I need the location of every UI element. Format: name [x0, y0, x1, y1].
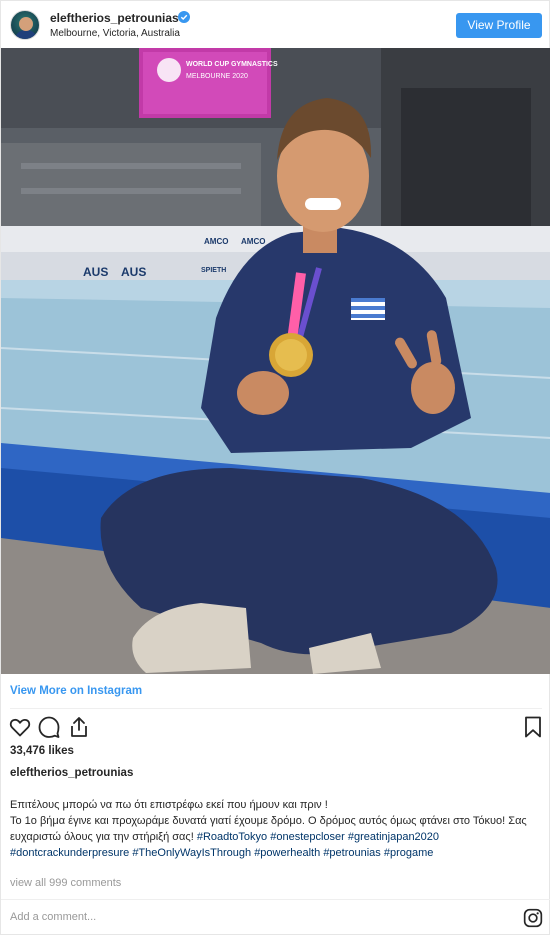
arena-screen-text: WORLD CUP GYMNASTICS — [186, 61, 278, 68]
add-comment-field[interactable]: Add a comment... — [10, 911, 96, 923]
instagram-logo-icon[interactable] — [523, 908, 543, 928]
banner-text-amco-1: AMCO — [204, 237, 228, 246]
banner-text-amco-2: AMCO — [241, 237, 265, 246]
hashtag-dontcrackunderpresure[interactable]: #dontcrackunderpresure — [10, 847, 129, 859]
hashtag-progame[interactable]: #progame — [384, 847, 434, 859]
post-photo[interactable]: WORLD CUP GYMNASTICS MELBOURNE 2020 AUS … — [1, 48, 550, 674]
verified-badge-icon — [178, 11, 190, 23]
avatar[interactable] — [10, 10, 40, 40]
arena-screen-subtext: MELBOURNE 2020 — [186, 73, 248, 80]
bookmark-icon[interactable] — [521, 715, 545, 739]
post-header: eleftherios_petrounias Melbourne, Victor… — [1, 1, 550, 48]
heart-icon[interactable] — [8, 715, 32, 739]
username[interactable]: eleftherios_petrounias — [50, 11, 179, 25]
likes-count[interactable]: 33,476 likes — [10, 745, 74, 757]
divider — [10, 708, 542, 709]
hashtag-petrounias[interactable]: #petrounias — [323, 847, 381, 859]
banner-text-spieth: SPIETH — [201, 267, 226, 274]
caption: Επιτέλους μπορώ να πω ότι επιστρέφω εκεί… — [10, 797, 546, 861]
view-more-link[interactable]: View More on Instagram — [10, 685, 142, 697]
banner-text-aus-2: AUS — [121, 265, 146, 279]
caption-author[interactable]: eleftherios_petrounias — [10, 767, 133, 779]
share-icon[interactable] — [67, 715, 91, 739]
view-all-comments-link[interactable]: view all 999 comments — [10, 877, 121, 889]
view-profile-button[interactable]: View Profile — [456, 13, 542, 38]
hashtag-powerhealth[interactable]: #powerhealth — [254, 847, 320, 859]
hashtag-theonlywayisthrough[interactable]: #TheOnlyWayIsThrough — [132, 847, 251, 859]
hashtag-onestepcloser[interactable]: #onestepcloser — [270, 831, 345, 843]
caption-line-2: Το 1ο βήμα έγινε και προχωράμε δυνατά γι… — [10, 815, 527, 843]
comment-icon[interactable] — [37, 715, 61, 739]
hashtag-roadtotokyo[interactable]: #RoadtoTokyo — [197, 831, 267, 843]
instagram-embed-card: eleftherios_petrounias Melbourne, Victor… — [0, 0, 550, 935]
hashtag-greatinjapan2020[interactable]: #greatinjapan2020 — [348, 831, 439, 843]
location[interactable]: Melbourne, Victoria, Australia — [50, 28, 180, 39]
caption-line-1: Επιτέλους μπορώ να πω ότι επιστρέφω εκεί… — [10, 799, 328, 811]
banner-text-aus-1: AUS — [83, 265, 108, 279]
divider — [1, 899, 550, 900]
action-bar — [1, 715, 550, 741]
